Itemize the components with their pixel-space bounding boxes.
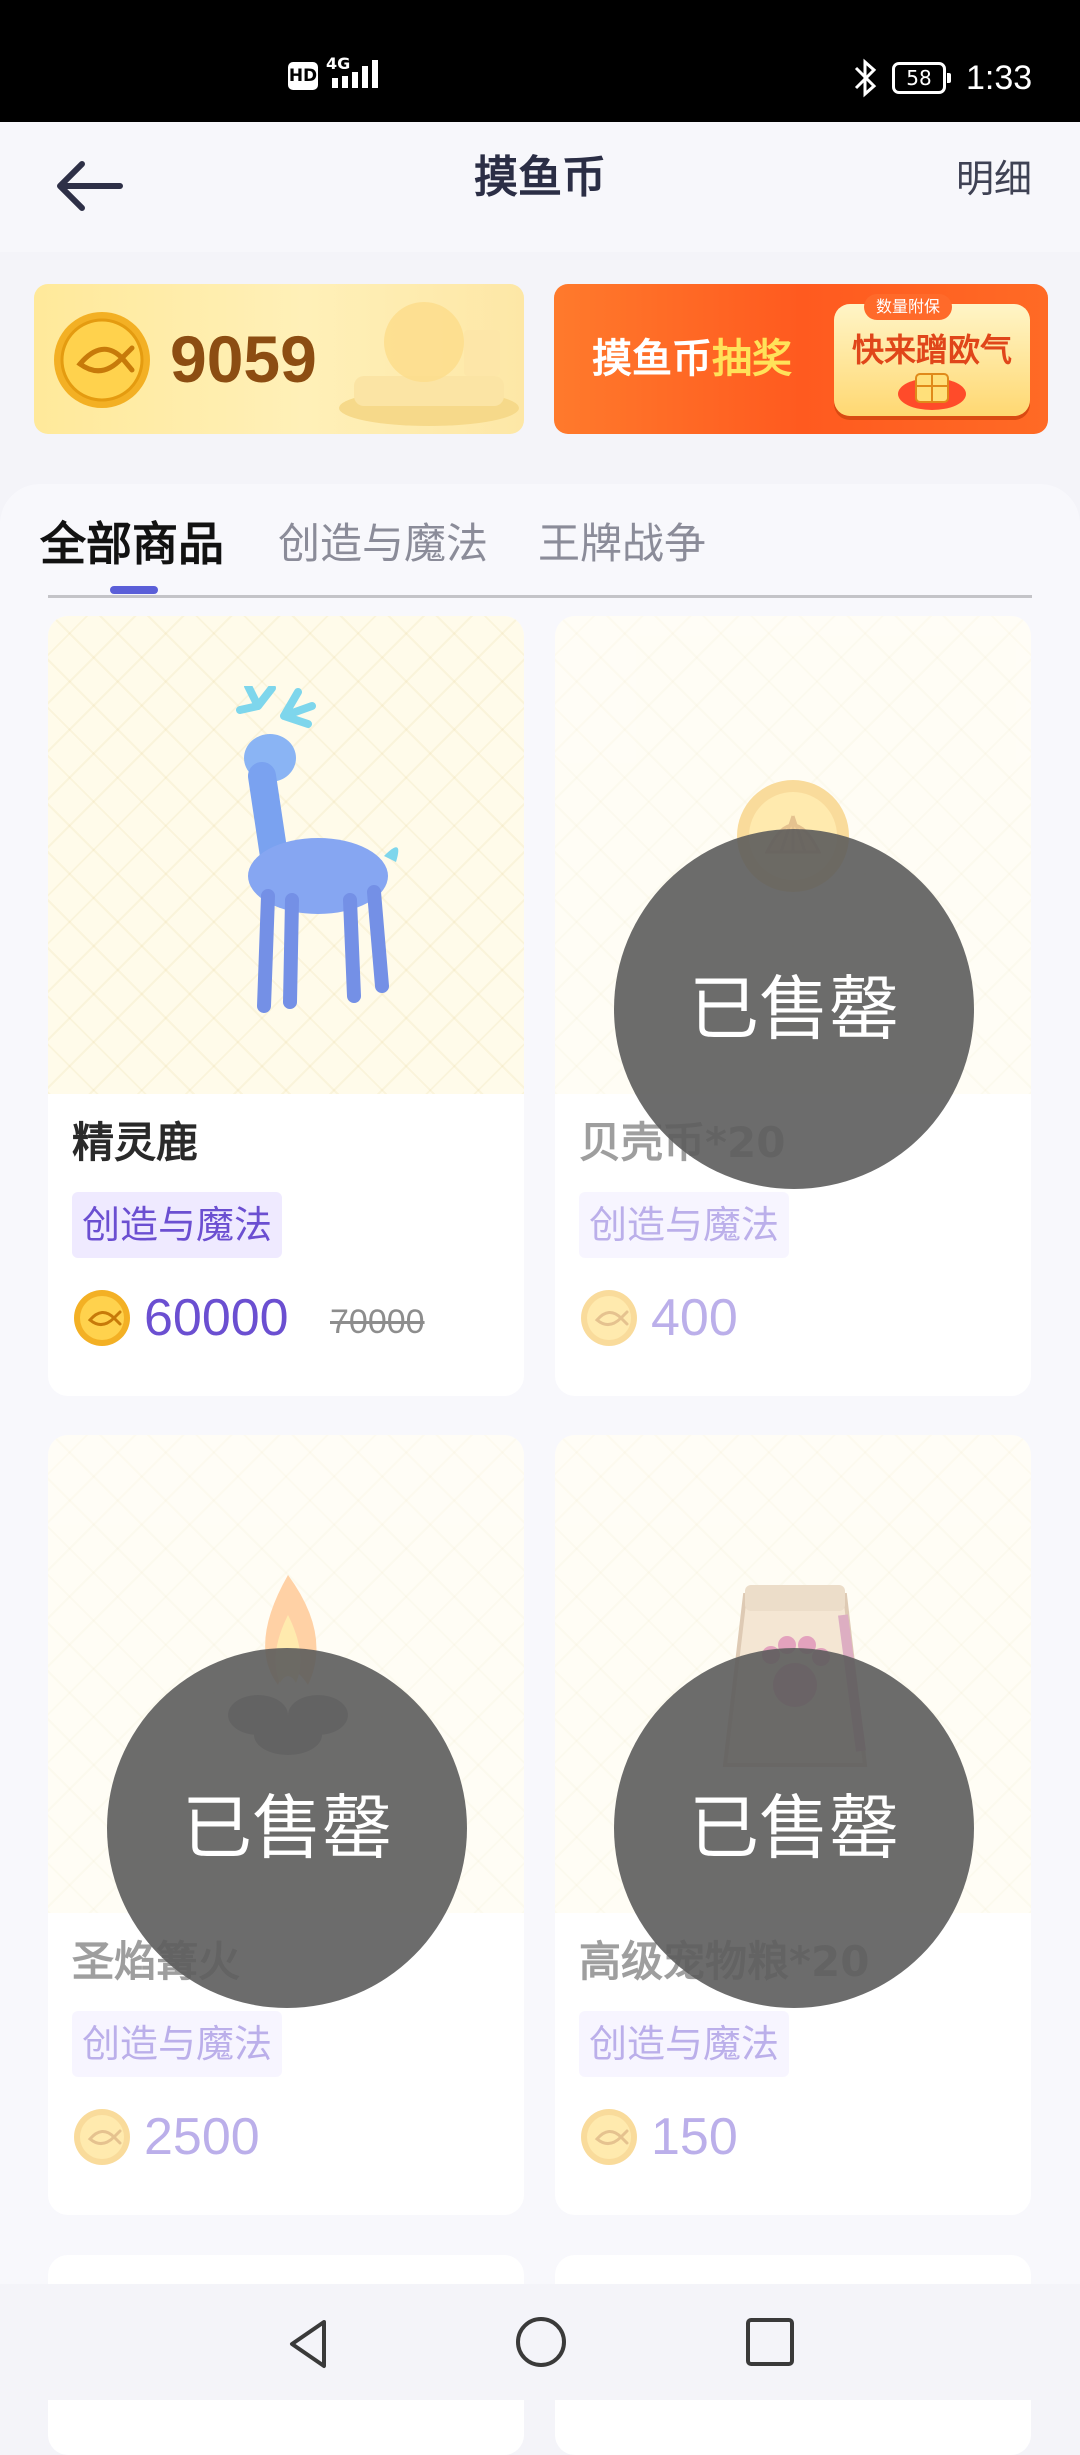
nav-back-icon[interactable] (278, 2314, 338, 2374)
fish-coin-icon (74, 2109, 130, 2165)
detail-link[interactable]: 明细 (956, 154, 1032, 204)
tab-ace-war[interactable]: 王牌战争 (538, 514, 706, 574)
tab-all-products[interactable]: 全部商品 (40, 514, 224, 574)
battery-indicator: 58 (892, 62, 951, 94)
balance-value: 9059 (170, 322, 317, 396)
product-tag: 创造与魔法 (579, 1192, 790, 1258)
product-name: 精灵鹿 (72, 1118, 199, 1167)
tab-divider (48, 595, 1032, 598)
balance-card[interactable]: 9059 (34, 284, 524, 434)
lottery-cta-text: 快来蹭欧气 (851, 331, 1012, 369)
sold-out-overlay: 已售罄 (614, 1648, 974, 2008)
page-title: 摸鱼币 (474, 152, 606, 203)
tab-creation-magic[interactable]: 创造与魔法 (278, 514, 488, 574)
product-card[interactable]: 精灵鹿 创造与魔法 60000 70000 (48, 616, 524, 1396)
price-value: 60000 (144, 1289, 289, 1347)
sold-out-overlay: 已售罄 (107, 1648, 467, 2008)
product-image (48, 616, 524, 1094)
nav-recent-apps-icon[interactable] (742, 2314, 798, 2370)
lottery-title: 摸鱼币抽奖 (592, 336, 792, 382)
podium-decoration-icon (339, 302, 519, 426)
fish-coin-icon (581, 1290, 637, 1346)
hd-badge: HD (288, 62, 318, 90)
lottery-tag: 数量附保 (864, 294, 953, 320)
lottery-cta-badge[interactable]: 快来蹭欧气 (834, 304, 1030, 416)
lottery-banner[interactable]: 摸鱼币抽奖 快来蹭欧气 数量附保 (554, 284, 1048, 434)
fish-coin-icon (581, 2109, 637, 2165)
tab-active-indicator (110, 586, 158, 594)
deer-icon (236, 686, 399, 1013)
bluetooth-icon (854, 58, 877, 98)
price-value: 400 (651, 1289, 738, 1347)
fish-coin-icon (54, 312, 150, 408)
product-tag: 创造与魔法 (72, 2011, 283, 2077)
price-value: 150 (651, 2108, 738, 2166)
system-nav-bar (0, 2284, 1080, 2400)
header: 摸鱼币 明细 (0, 122, 1080, 252)
fish-coin-icon (74, 1290, 130, 1346)
product-tag: 创造与魔法 (579, 2011, 790, 2077)
status-bar: HD 4G 58 1:33 (0, 0, 1080, 122)
signal-icon (332, 60, 378, 88)
product-tag: 创造与魔法 (72, 1192, 283, 1258)
original-price: 70000 (330, 1303, 425, 1341)
price-value: 2500 (144, 2108, 260, 2166)
gift-icon (898, 373, 966, 410)
sold-out-overlay: 已售罄 (614, 829, 974, 1189)
clock: 1:33 (966, 59, 1033, 97)
nav-home-icon[interactable] (513, 2314, 569, 2370)
